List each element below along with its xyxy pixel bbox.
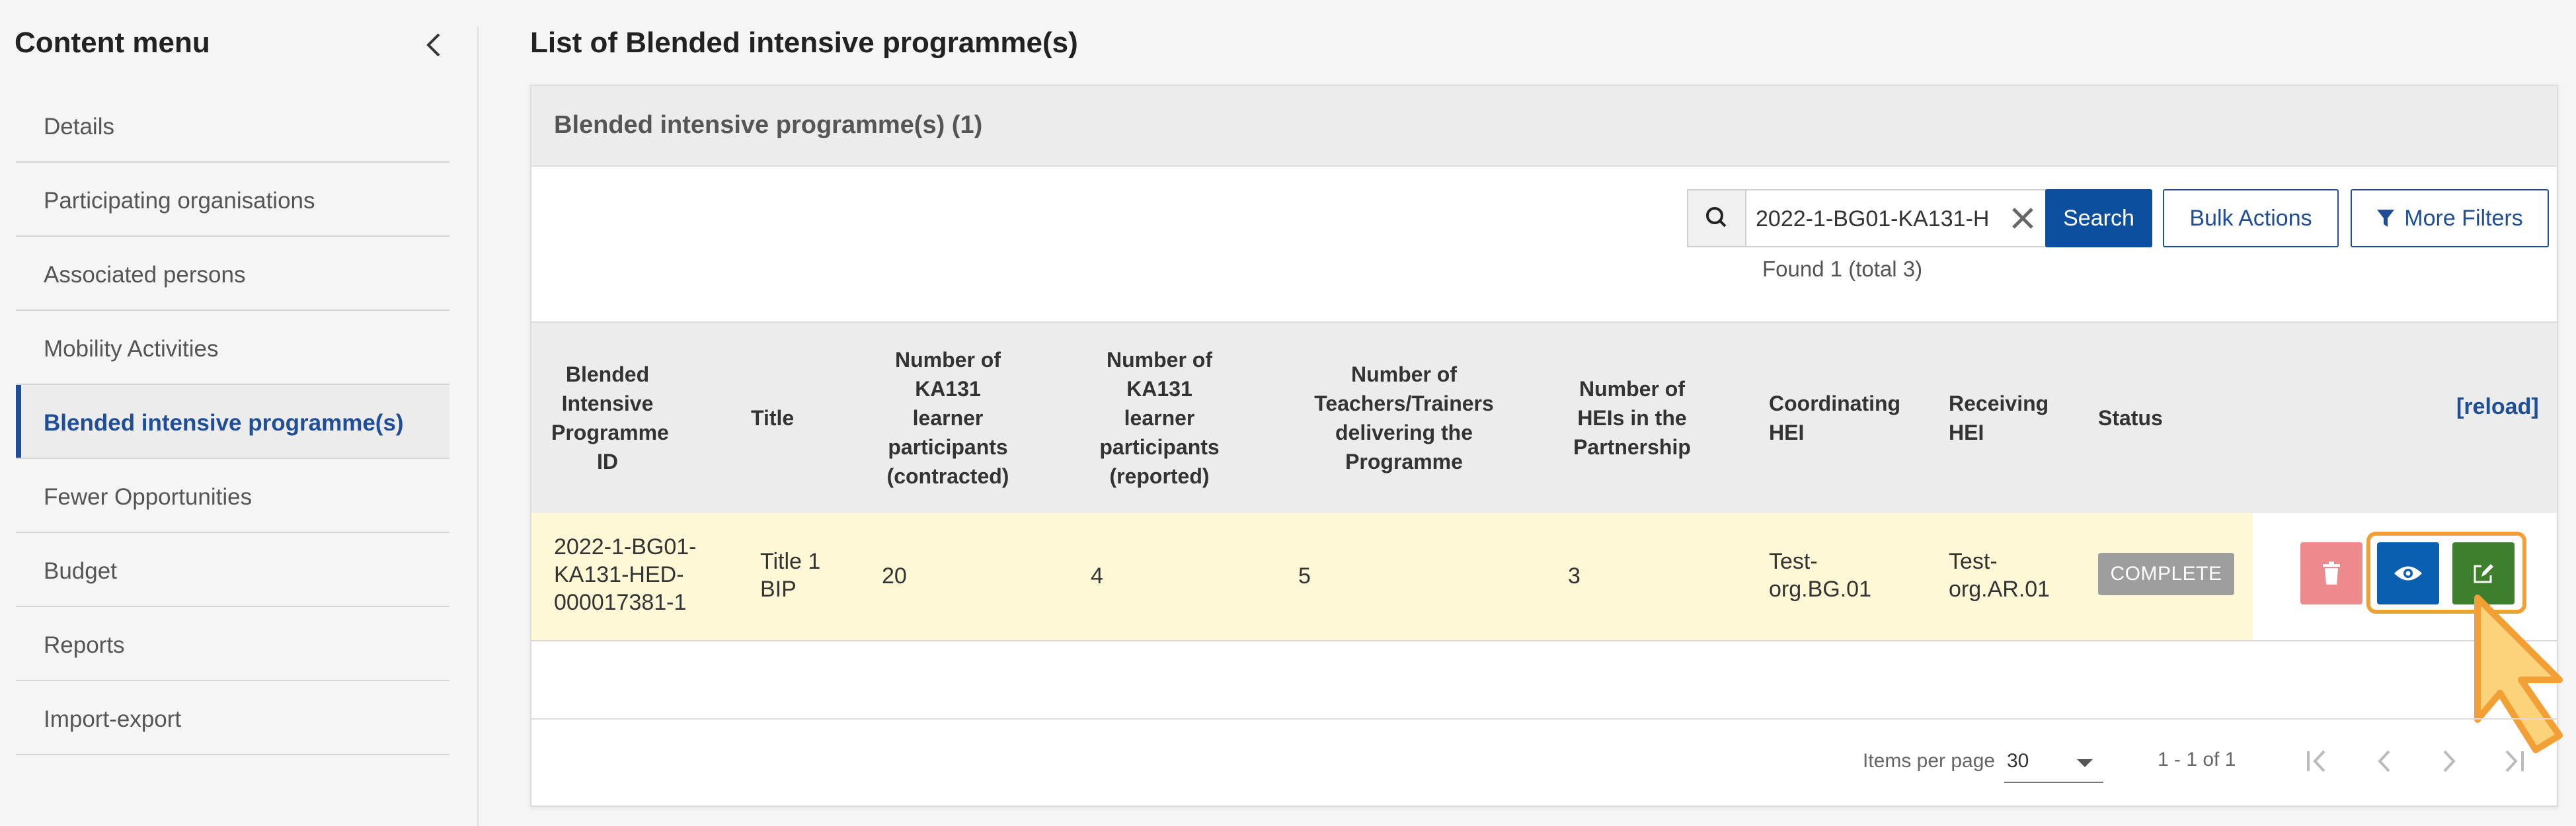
chevron-left-icon (426, 33, 440, 57)
status-badge: COMPLETE (2098, 553, 2234, 595)
column-header-teachers[interactable]: Number of Teachers/Trainers delivering the… (1285, 360, 1523, 476)
column-header-coordinating-hei[interactable]: Coordinating HEI (1769, 389, 1914, 447)
sidebar-item-import-export[interactable]: Import-export (16, 681, 449, 755)
content-menu-sidebar: Content menu Details Participating organ… (0, 0, 477, 826)
search-input[interactable] (1754, 202, 2002, 235)
search-button[interactable]: Search (2045, 189, 2152, 247)
filter-icon (2377, 210, 2395, 227)
table-header: Blended Intensive Programme ID Title Number… (531, 321, 2557, 515)
cell-bip-id: 2022-1-BG01- KA131-HED- 000017381-1 (554, 534, 697, 615)
chevron-down-icon (2077, 759, 2093, 767)
cell-reported: 4 (1091, 563, 1103, 589)
items-per-page-value: 30 (2007, 750, 2029, 772)
content-menu-list: Details Participating organisations Asso… (16, 89, 449, 755)
cell-receiving-hei: Test-org.AR.01 (1949, 549, 2050, 602)
card-title: Blended intensive programme(s) (1) (554, 111, 983, 139)
column-header-bip-id[interactable]: Blended Intensive Programme ID (551, 360, 669, 476)
column-header-heis[interactable]: Number of HEIs in the Partnership (1556, 374, 1708, 462)
sidebar-item-label: Reports (44, 632, 125, 658)
sidebar-item-label: Associated persons (44, 262, 246, 288)
collapse-sidebar-button[interactable] (420, 29, 447, 61)
sidebar-item-participating-organisations[interactable]: Participating organisations (16, 163, 449, 237)
chevron-left-icon (2378, 750, 2390, 772)
sidebar-item-label: Budget (44, 558, 117, 584)
sidebar-item-details[interactable]: Details (16, 89, 449, 163)
sidebar-divider (477, 26, 479, 826)
sidebar-item-label: Import-export (44, 706, 182, 732)
search-icon (1688, 190, 1746, 246)
column-header-title[interactable]: Title (751, 403, 830, 433)
bulk-actions-button[interactable]: Bulk Actions (2163, 189, 2339, 247)
chevron-right-icon (2443, 750, 2456, 772)
column-header-status[interactable]: Status (2098, 403, 2204, 433)
last-page-button[interactable] (2489, 738, 2536, 784)
more-filters-label: More Filters (2404, 205, 2523, 231)
sidebar-item-blended-intensive-programmes[interactable]: Blended intensive programme(s) (16, 385, 449, 459)
sidebar-item-label: Mobility Activities (44, 336, 219, 362)
trash-icon (2323, 561, 2340, 585)
page-title: List of Blended intensive programme(s) (530, 26, 1078, 59)
cell-contracted: 20 (882, 563, 907, 589)
pagination-range: 1 - 1 of 1 (2158, 749, 2236, 770)
items-per-page-label: Items per page (1863, 750, 1996, 772)
bip-list-card: Blended intensive programme(s) (1) Searc… (530, 85, 2563, 807)
column-header-reported[interactable]: Number of KA131 learner participants (report… (1080, 345, 1239, 491)
first-page-button[interactable] (2295, 738, 2341, 784)
sidebar-item-fewer-opportunities[interactable]: Fewer Opportunities (16, 459, 449, 533)
card-header: Blended intensive programme(s) (1) (531, 86, 2557, 167)
sidebar-item-label: Participating organisations (44, 188, 315, 214)
cell-coordinating-hei: Test-org.BG.01 (1769, 549, 1871, 602)
reload-link[interactable]: [reload] (2456, 394, 2539, 420)
sidebar-item-budget[interactable]: Budget (16, 533, 449, 607)
sidebar-item-mobility-activities[interactable]: Mobility Activities (16, 311, 449, 385)
sidebar-item-label: Blended intensive programme(s) (44, 410, 404, 436)
column-header-receiving-hei[interactable]: Receiving HEI (1949, 389, 2068, 447)
cell-title: Title 1 BIP (760, 549, 821, 602)
cell-heis: 3 (1568, 563, 1581, 589)
results-count: Found 1 (total 3) (1762, 257, 1923, 281)
close-icon[interactable] (2008, 204, 2037, 233)
first-page-icon (2307, 750, 2325, 772)
previous-page-button[interactable] (2361, 738, 2407, 784)
next-page-button[interactable] (2426, 738, 2472, 784)
sidebar-item-reports[interactable]: Reports (16, 607, 449, 681)
search-box (1687, 189, 2047, 247)
sidebar-item-associated-persons[interactable]: Associated persons (16, 237, 449, 311)
sidebar-item-label: Details (44, 114, 114, 140)
more-filters-button[interactable]: More Filters (2351, 189, 2549, 247)
column-header-contracted[interactable]: Number of KA131 learner participants (contra… (869, 345, 1027, 491)
table-empty-row (531, 641, 2557, 720)
sidebar-item-label: Fewer Opportunities (44, 484, 253, 510)
content-menu-title: Content menu (15, 26, 210, 59)
last-page-icon (2505, 750, 2524, 772)
delete-button[interactable] (2300, 542, 2362, 604)
cell-teachers: 5 (1298, 563, 1311, 589)
